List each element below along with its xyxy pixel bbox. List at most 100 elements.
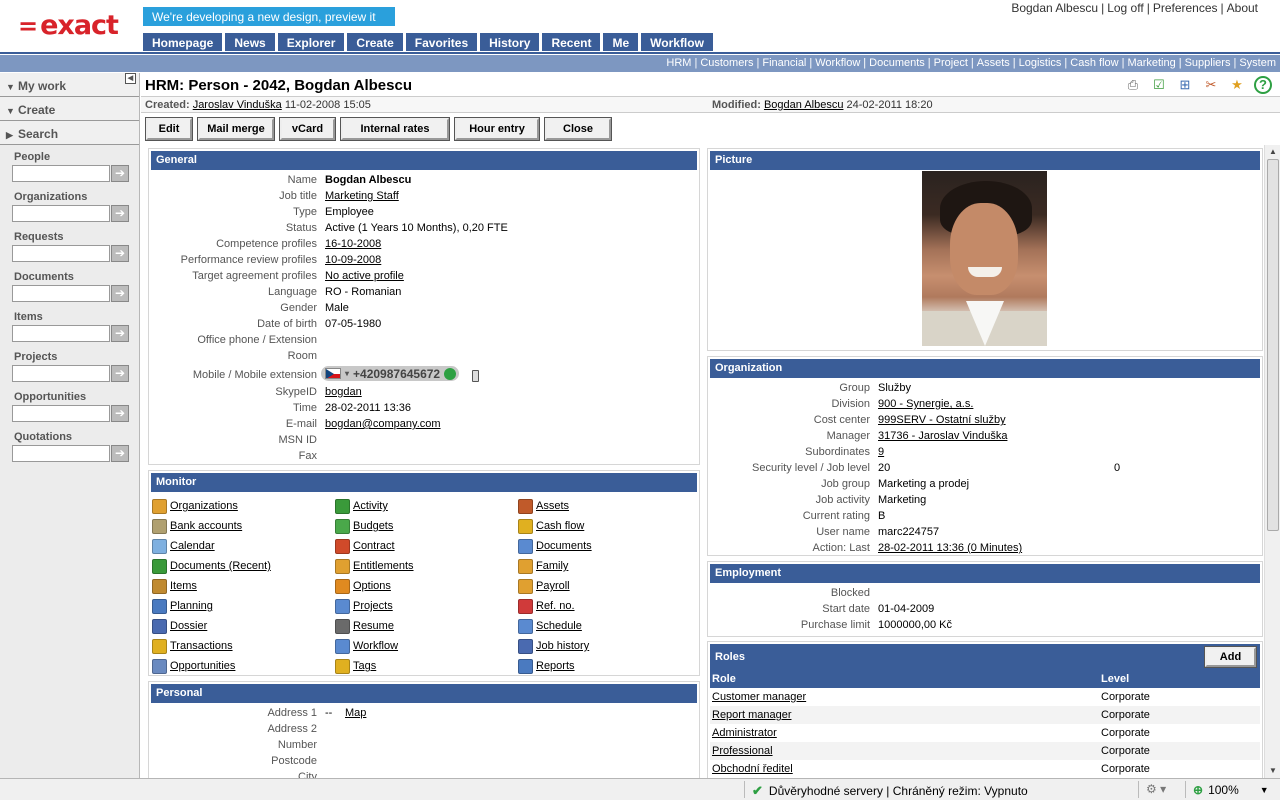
field-value[interactable]: 9 [878, 446, 884, 458]
map-link[interactable]: Map [345, 707, 366, 719]
user-link-preferences[interactable]: Preferences [1153, 1, 1218, 15]
nav-me[interactable]: Me [603, 33, 639, 51]
monitor-reports[interactable]: Reports [518, 656, 701, 676]
go-arrow-icon[interactable]: ➔ [111, 165, 129, 182]
help-icon[interactable]: ? [1254, 76, 1272, 94]
module-link-suppliers[interactable]: Suppliers [1185, 57, 1231, 69]
vertical-scrollbar[interactable]: ▲ ▼ [1264, 145, 1280, 778]
monitor-assets[interactable]: Assets [518, 496, 701, 516]
search-input-projects[interactable] [12, 365, 110, 382]
go-arrow-icon[interactable]: ➔ [111, 205, 129, 222]
internal-rates-button[interactable]: Internal rates [340, 117, 450, 141]
checklist-icon[interactable]: ☑ [1150, 76, 1168, 94]
monitor-ref-no[interactable]: Ref. no. [518, 596, 701, 616]
monitor-budgets[interactable]: Budgets [335, 516, 518, 536]
monitor-contract[interactable]: Contract [335, 536, 518, 556]
field-value[interactable]: 900 - Synergie, a.s. [878, 398, 973, 410]
collapse-sidebar-icon[interactable]: ◀ [125, 73, 136, 84]
nav-homepage[interactable]: Homepage [143, 33, 223, 51]
module-link-cash-flow[interactable]: Cash flow [1070, 57, 1118, 69]
call-icon[interactable] [444, 367, 457, 380]
go-arrow-icon[interactable]: ➔ [111, 365, 129, 382]
monitor-planning[interactable]: Planning [152, 596, 335, 616]
sidebar-head-search[interactable]: ▶ Search [0, 121, 139, 145]
module-link-documents[interactable]: Documents [869, 57, 925, 69]
monitor-activity[interactable]: Activity [335, 496, 518, 516]
monitor-opportunities[interactable]: Opportunities [152, 656, 335, 676]
monitor-entitlements[interactable]: Entitlements [335, 556, 518, 576]
module-link-assets[interactable]: Assets [977, 57, 1010, 69]
monitor-transactions[interactable]: Transactions [152, 636, 335, 656]
search-input-quotations[interactable] [12, 445, 110, 462]
edit-button[interactable]: Edit [145, 117, 193, 141]
mail-merge-button[interactable]: Mail merge [197, 117, 275, 141]
field-value[interactable]: bogdan@company.com [325, 418, 441, 430]
nav-workflow[interactable]: Workflow [641, 33, 713, 51]
monitor-options[interactable]: Options [335, 576, 518, 596]
monitor-cash-flow[interactable]: Cash flow [518, 516, 701, 536]
vcard-button[interactable]: vCard [279, 117, 336, 141]
user-link-log-off[interactable]: Log off [1107, 1, 1143, 15]
module-link-financial[interactable]: Financial [762, 57, 806, 69]
module-link-workflow[interactable]: Workflow [815, 57, 860, 69]
go-arrow-icon[interactable]: ➔ [111, 245, 129, 262]
role-link[interactable]: Report manager [712, 709, 792, 721]
module-link-marketing[interactable]: Marketing [1127, 57, 1175, 69]
scroll-down-arrow-icon[interactable]: ▼ [1266, 764, 1280, 778]
settings-dropdown-icon[interactable]: ⚙ ▾ [1146, 782, 1166, 796]
print-icon[interactable]: ⎙ [1124, 76, 1142, 94]
monitor-workflow[interactable]: Workflow [335, 636, 518, 656]
go-arrow-icon[interactable]: ➔ [111, 445, 129, 462]
nav-favorites[interactable]: Favorites [405, 33, 478, 51]
field-value[interactable]: 16-10-2008 [325, 238, 381, 250]
monitor-items[interactable]: Items [152, 576, 335, 596]
close-button[interactable]: Close [544, 117, 612, 141]
user-link-about[interactable]: About [1227, 1, 1258, 15]
monitor-job-history[interactable]: Job history [518, 636, 701, 656]
monitor-tags[interactable]: Tags [335, 656, 518, 676]
user-link-bogdan-albescu[interactable]: Bogdan Albescu [1011, 1, 1098, 15]
field-value[interactable]: 28-02-2011 13:36 (0 Minutes) [878, 542, 1022, 554]
search-input-documents[interactable] [12, 285, 110, 302]
role-link[interactable]: Professional [712, 745, 773, 757]
field-value[interactable]: 999SERV - Ostatní služby [878, 414, 1006, 426]
modified-by-link[interactable]: Bogdan Albescu [764, 99, 844, 111]
role-link[interactable]: Administrator [712, 727, 777, 739]
monitor-documents-recent[interactable]: Documents (Recent) [152, 556, 335, 576]
preview-banner[interactable]: We're developing a new design, preview i… [143, 7, 395, 38]
nav-explorer[interactable]: Explorer [277, 33, 345, 51]
created-by-link[interactable]: Jaroslav Vinduška [193, 99, 282, 111]
phone-pill[interactable]: ▾ +420987645672 [321, 366, 460, 381]
go-arrow-icon[interactable]: ➔ [111, 285, 129, 302]
module-link-logistics[interactable]: Logistics [1019, 57, 1062, 69]
scroll-thumb[interactable] [1267, 159, 1279, 531]
field-value[interactable]: 31736 - Jaroslav Vinduška [878, 430, 1007, 442]
monitor-family[interactable]: Family [518, 556, 701, 576]
monitor-organizations[interactable]: Organizations [152, 496, 335, 516]
monitor-calendar[interactable]: Calendar [152, 536, 335, 556]
search-input-organizations[interactable] [12, 205, 110, 222]
role-link[interactable]: Customer manager [712, 691, 806, 703]
monitor-schedule[interactable]: Schedule [518, 616, 701, 636]
scroll-up-arrow-icon[interactable]: ▲ [1266, 145, 1280, 159]
mobile-phone-icon[interactable] [472, 370, 480, 383]
monitor-bank-accounts[interactable]: Bank accounts [152, 516, 335, 536]
go-arrow-icon[interactable]: ➔ [111, 405, 129, 422]
field-value[interactable]: Marketing Staff [325, 190, 399, 202]
monitor-documents[interactable]: Documents [518, 536, 701, 556]
security-zone[interactable]: ✔ Důvěryhodné servery | Chráněný režim: … [752, 783, 1028, 799]
add-role-button[interactable]: Add [1204, 646, 1257, 668]
hour-entry-button[interactable]: Hour entry [454, 117, 540, 141]
zoom-control[interactable]: ⊕ 100% ▼ [1193, 783, 1269, 797]
search-input-people[interactable] [12, 165, 110, 182]
field-value[interactable]: 10-09-2008 [325, 254, 381, 266]
field-value[interactable]: No active profile [325, 270, 404, 282]
favorite-star-icon[interactable]: ★ [1228, 76, 1246, 94]
sidebar-head-create[interactable]: ▼ Create [0, 97, 139, 121]
add-window-icon[interactable]: ⊞ [1176, 76, 1194, 94]
role-link[interactable]: Obchodní ředitel [712, 763, 793, 775]
nav-recent[interactable]: Recent [542, 33, 601, 51]
search-input-requests[interactable] [12, 245, 110, 262]
nav-news[interactable]: News [225, 33, 275, 51]
field-value[interactable]: bogdan [325, 386, 362, 398]
